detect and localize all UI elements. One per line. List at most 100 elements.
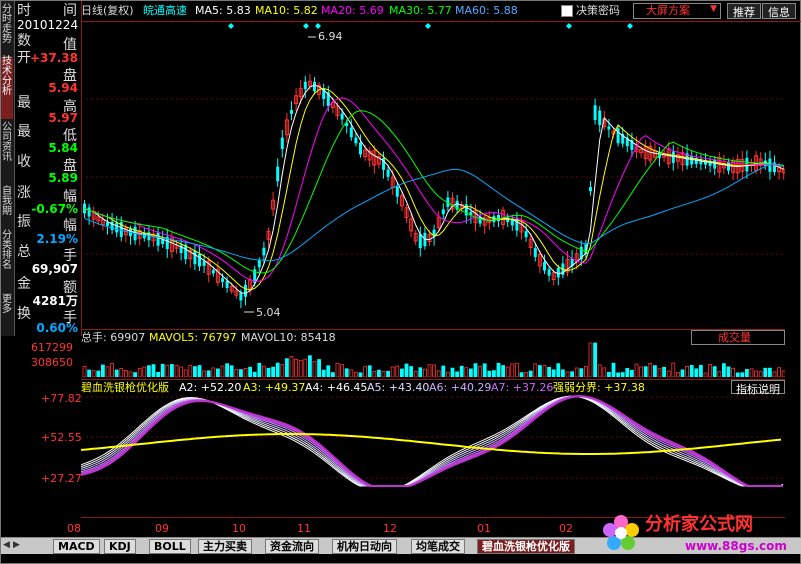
turnover-value: 0.60% <box>36 321 78 335</box>
x-tick-11: 11 <box>297 522 311 535</box>
volume-bar <box>514 362 519 377</box>
indicator-header: 碧血洗银枪优化版 A2: +52.20 A3: +49.37 A4: +46.4… <box>81 379 785 396</box>
volume-bar <box>114 369 119 377</box>
volume-bar <box>745 368 749 377</box>
volume-bar <box>174 364 179 377</box>
rail-tab-timeshare[interactable]: 分时走势 <box>1 5 13 53</box>
signal-diamond <box>315 23 321 29</box>
volume-bar <box>353 371 358 377</box>
candle-body <box>359 142 362 155</box>
volume-bar <box>496 362 501 377</box>
volume-bar <box>537 365 542 377</box>
tab-main-force[interactable]: 主力买卖 <box>198 539 252 554</box>
volume-bar <box>749 368 754 377</box>
info-button[interactable]: 信息 <box>762 3 796 19</box>
volume-bar <box>170 364 174 377</box>
volume-bar <box>551 369 556 377</box>
indicator-a3: A3: +49.37 <box>243 381 306 394</box>
indicator-chart[interactable] <box>81 394 785 514</box>
indicator-line-a4 <box>81 395 783 487</box>
chart-mode[interactable]: 日线(复权) <box>81 5 134 16</box>
volume-bar <box>662 366 666 377</box>
low-value: 5.84 <box>48 141 78 155</box>
signal-diamond <box>627 23 633 29</box>
volume-bar <box>432 364 437 377</box>
rail-tab-ranking[interactable]: 分类排名 <box>1 231 13 291</box>
x-tick-08: 08 <box>67 522 81 535</box>
candle-body <box>593 105 597 121</box>
indicator-help-button[interactable]: 指标说明 <box>731 380 785 396</box>
candle-body <box>690 156 694 165</box>
tab-institution[interactable]: 机构日动向 <box>332 539 397 554</box>
volume-tick-mid: 308650 <box>31 356 73 369</box>
volume-bar <box>694 368 699 377</box>
candlestick-chart[interactable]: 6.94 5.04 <box>81 22 785 332</box>
volume-tick-top: 617299 <box>31 341 73 354</box>
price-low-label: 5.04 <box>256 306 281 319</box>
volume-bar <box>317 359 322 377</box>
volume-bar <box>657 368 662 377</box>
turnover-label: 换 <box>17 306 31 322</box>
tab-avg-trade[interactable]: 均笔成交 <box>411 539 465 554</box>
volume-bar <box>82 366 87 377</box>
indicator-tick-top: +77.82 <box>41 392 82 405</box>
recommend-button[interactable]: 推荐 <box>727 3 761 19</box>
scheme-select[interactable]: 大屏方案 ▼ <box>633 3 721 19</box>
candle-body <box>198 253 201 267</box>
rail-tab-technical[interactable]: 技术分析 <box>1 57 13 119</box>
signal-markers <box>228 23 633 29</box>
volume-value: 69,907 <box>31 262 78 276</box>
volume-bar <box>505 366 510 377</box>
volume-bar <box>593 342 597 377</box>
volume-bar <box>335 362 340 377</box>
volume-bar <box>579 368 584 377</box>
decision-checkbox[interactable] <box>561 5 573 17</box>
volume-bar <box>399 368 404 377</box>
volume-bar <box>298 360 303 377</box>
info-button-label: 信息 <box>768 6 790 19</box>
indicator-line-a2 <box>81 395 784 487</box>
tab-macd[interactable]: MACD <box>53 539 100 554</box>
volume-bar <box>284 358 289 377</box>
volume-bar <box>519 372 524 377</box>
volume-bar <box>110 363 115 377</box>
volume-bar <box>128 371 133 377</box>
rail-tab-company-news[interactable]: 公司资讯 <box>1 123 13 183</box>
ma10-readout: MA10: 5.82 <box>255 4 318 17</box>
volume-bar <box>703 372 708 377</box>
volume-bar <box>445 371 450 377</box>
volume-bar <box>160 363 165 377</box>
volume-bar <box>510 363 515 377</box>
candle-body <box>244 284 247 297</box>
volume-bar <box>754 370 758 377</box>
indicator-name[interactable]: 碧血洗银枪优化版 <box>81 382 169 393</box>
x-tick-09: 09 <box>155 522 169 535</box>
volume-chart[interactable] <box>81 341 785 377</box>
rail-tab-more[interactable]: 更多 <box>1 295 13 325</box>
quote-info-panel: 时 间 20101224 数 值 +37.38 开 盘 5.94 最 高 5.9… <box>15 1 82 336</box>
x-tick-01: 01 <box>477 522 491 535</box>
tab-fund-flow[interactable]: 资金流向 <box>265 539 319 554</box>
rail-tab-self-select[interactable]: 自我期 <box>1 187 13 227</box>
indicator-line-a1 <box>81 395 784 487</box>
tab-boll[interactable]: BOLL <box>149 539 191 554</box>
volume-bar <box>570 371 575 377</box>
volume-bar <box>100 364 105 377</box>
decision-checkbox-label: 决策密码 <box>576 4 620 17</box>
tabs-scroll-left-icon[interactable]: ◀ <box>3 541 10 550</box>
signal-diamond <box>303 23 309 29</box>
volume-bar <box>542 365 547 377</box>
volume-bar <box>303 358 308 377</box>
tab-kdj[interactable]: KDJ <box>104 539 136 554</box>
volume-bar <box>119 368 124 377</box>
tab-bixue-indicator[interactable]: 碧血洗银枪优化版 <box>477 539 575 554</box>
close-value: 5.89 <box>48 171 78 185</box>
indicator-lines <box>81 395 784 487</box>
open-label: 开 <box>17 50 31 66</box>
volume-bar <box>376 369 381 377</box>
candle-body <box>598 110 602 125</box>
signal-diamond <box>228 23 234 29</box>
volume-bar <box>234 369 239 377</box>
volume-bar <box>777 367 781 377</box>
tabs-scroll-right-icon[interactable]: ▶ <box>13 541 20 550</box>
